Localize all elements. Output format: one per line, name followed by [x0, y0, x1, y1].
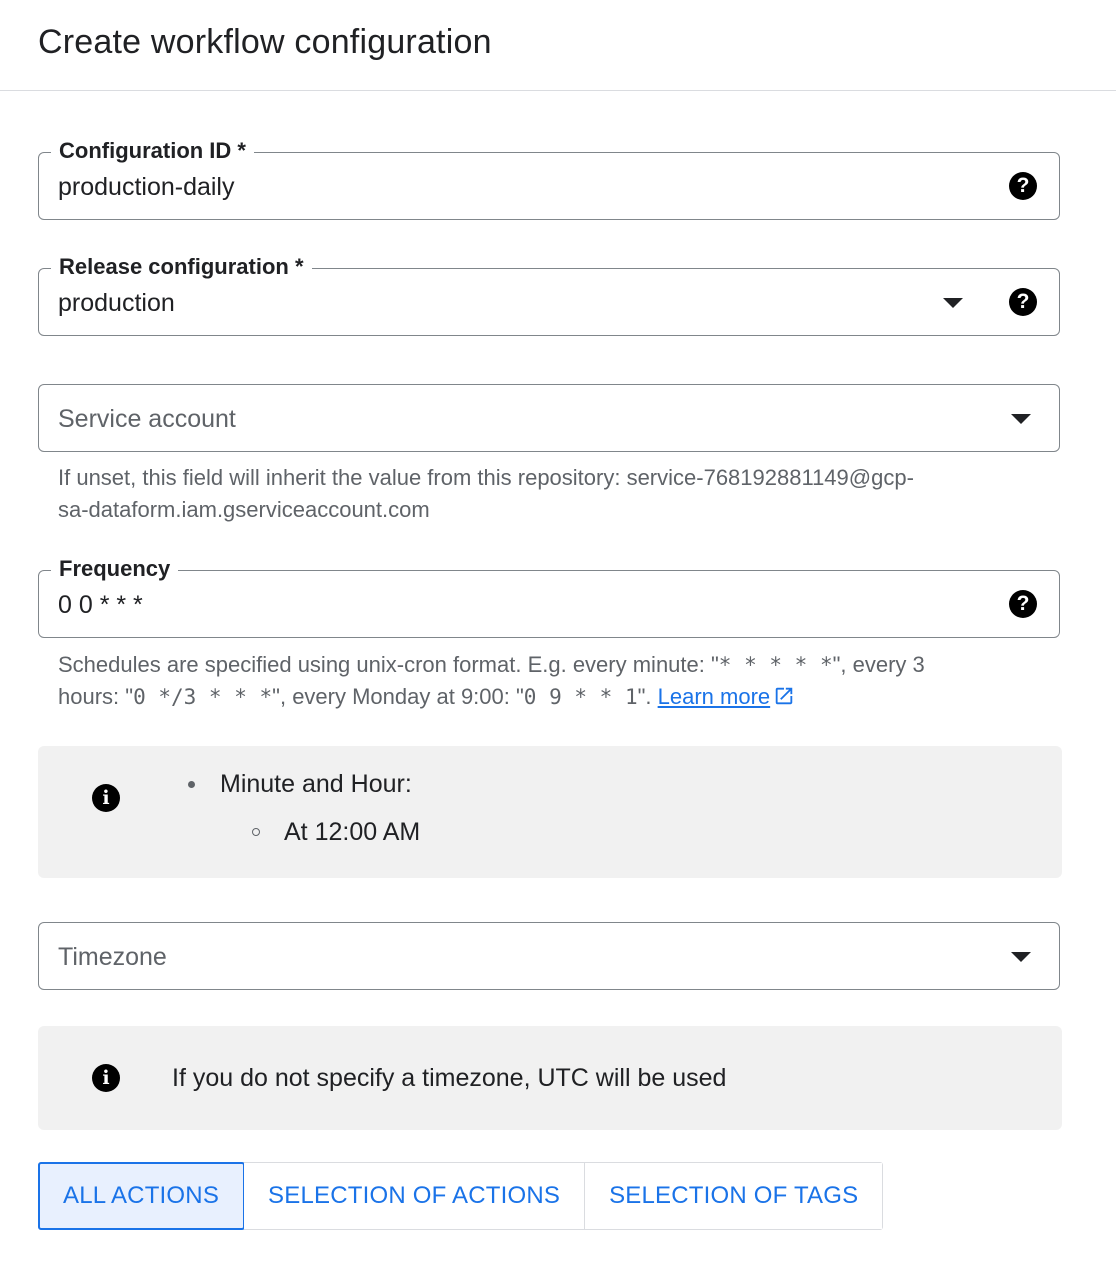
hint-text: ", every Monday at 9:00: " [272, 684, 524, 709]
timezone-select[interactable]: Timezone [38, 922, 1060, 990]
learn-more-link[interactable]: Learn more [658, 684, 796, 709]
page-title: Create workflow configuration [38, 23, 492, 61]
open-in-new-icon[interactable] [773, 685, 795, 707]
frequency-hint: Schedules are specified using unix-cron … [58, 649, 1018, 713]
service-account-placeholder: Service account [58, 405, 236, 433]
service-account-select[interactable]: Service account [38, 384, 1060, 452]
frequency-field[interactable]: Frequency 0 0 * * * ? [38, 555, 1060, 638]
arrow-drop-down-icon[interactable] [1011, 952, 1031, 962]
learn-more-link-text[interactable]: Learn more [658, 684, 771, 709]
timezone-info-text: If you do not specify a timezone, UTC wi… [172, 1064, 727, 1092]
timezone-placeholder: Timezone [58, 943, 167, 971]
service-account-hint-line: sa-dataform.iam.gserviceaccount.com [58, 497, 430, 522]
configuration-id-field[interactable]: Configuration ID * production-daily ? [38, 137, 1060, 220]
release-configuration-value: production [58, 289, 175, 317]
service-account-hint-line: If unset, this field will inherit the va… [58, 465, 914, 490]
configuration-id-value[interactable]: production-daily [58, 171, 235, 203]
frequency-label: Frequency [51, 555, 179, 583]
help-icon[interactable]: ? [1009, 590, 1037, 618]
configuration-id-label: Configuration ID * [51, 137, 254, 165]
hint-text: Schedules are specified using unix-cron … [58, 652, 719, 677]
cron-example-monday: 0 9 * * 1 [523, 685, 638, 709]
selection-of-actions-button[interactable]: SELECTION OF ACTIONS [244, 1163, 586, 1229]
hint-text: ", every 3 [832, 652, 925, 677]
help-icon[interactable]: ? [1009, 288, 1037, 316]
release-configuration-select[interactable]: Release configuration * production ? [38, 253, 1060, 336]
service-account-hint: If unset, this field will inherit the va… [58, 462, 1018, 526]
timezone-info-box: i If you do not specify a timezone, UTC … [38, 1026, 1062, 1130]
cron-example-every-minute: * * * * * [718, 653, 833, 677]
selection-of-tags-button[interactable]: SELECTION OF TAGS [585, 1163, 883, 1229]
hint-text: hours: " [58, 684, 134, 709]
frequency-value[interactable]: 0 0 * * * [58, 589, 143, 621]
frequency-hint-line1: Schedules are specified using unix-cron … [58, 649, 1018, 681]
help-icon[interactable]: ? [1009, 172, 1037, 200]
cron-example-every-3-hours: 0 */3 * * * [133, 685, 273, 709]
hint-text: ". [637, 684, 658, 709]
info-icon: i [92, 1064, 120, 1092]
arrow-drop-down-icon[interactable] [1011, 414, 1031, 424]
actions-toggle-group: ALL ACTIONS SELECTION OF ACTIONS SELECTI… [37, 1162, 884, 1230]
all-actions-button[interactable]: ALL ACTIONS [37, 1162, 246, 1230]
schedule-info-box: i Minute and Hour: At 12:00 AM [38, 746, 1062, 878]
info-icon: i [92, 784, 120, 812]
sub-bullet-icon [252, 828, 260, 836]
arrow-drop-down-icon[interactable] [943, 298, 963, 308]
schedule-subitem: At 12:00 AM [284, 818, 421, 846]
bullet-icon [188, 781, 195, 788]
schedule-item: Minute and Hour: [220, 770, 412, 798]
frequency-hint-line2: hours: "0 */3 * * *", every Monday at 9:… [58, 681, 1018, 713]
dialog-header: Create workflow configuration [0, 0, 1116, 91]
release-configuration-label: Release configuration * [51, 253, 312, 281]
